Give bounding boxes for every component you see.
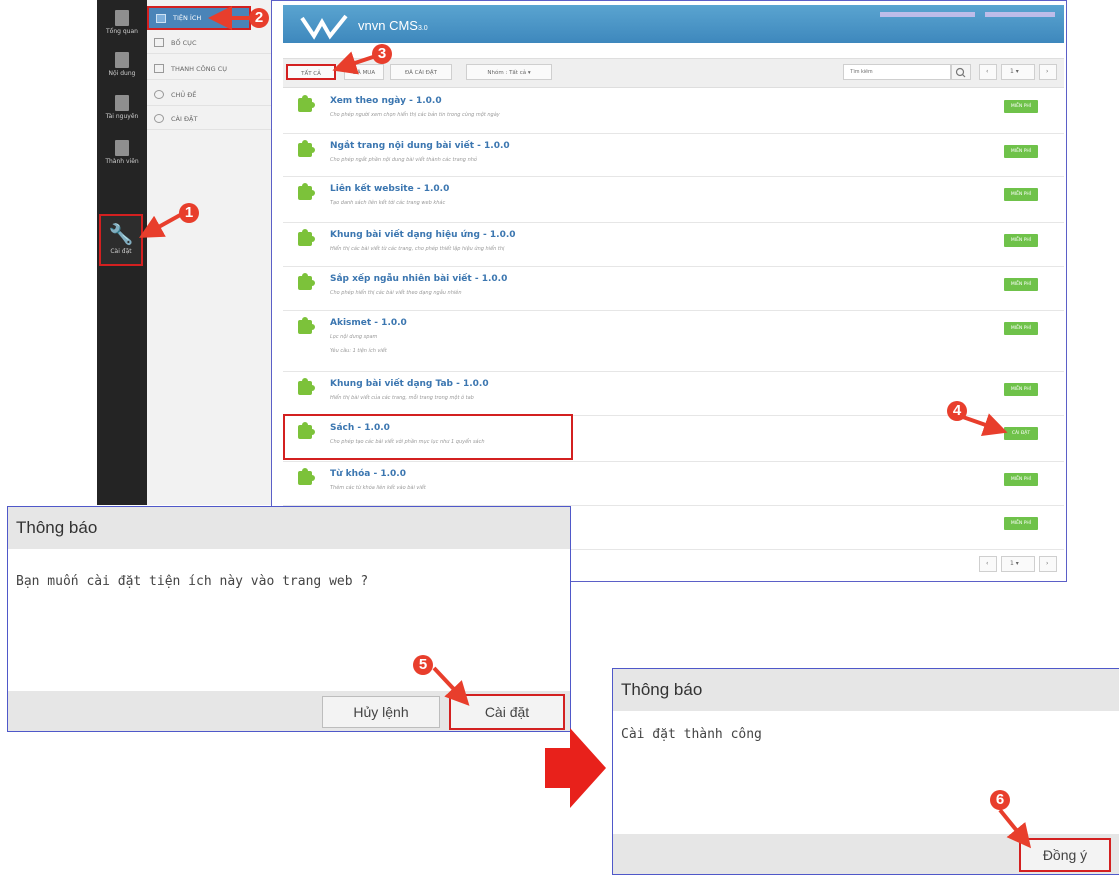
- step-badge: 6: [990, 790, 1010, 810]
- annotation-arrows: [139, 6, 1032, 849]
- step-badge: 5: [413, 655, 433, 675]
- step-badge: 4: [947, 401, 967, 421]
- arrow-step-4: [959, 413, 1008, 437]
- step-badge: 2: [249, 8, 269, 28]
- step-badge: 3: [372, 44, 392, 64]
- arrow-step-1: [139, 212, 183, 238]
- step-badge: 1: [179, 203, 199, 223]
- arrow-step-5: [432, 666, 470, 706]
- arrow-step-6: [998, 808, 1032, 849]
- big-arrow-icon: [545, 728, 606, 808]
- arrow-step-3: [332, 51, 377, 75]
